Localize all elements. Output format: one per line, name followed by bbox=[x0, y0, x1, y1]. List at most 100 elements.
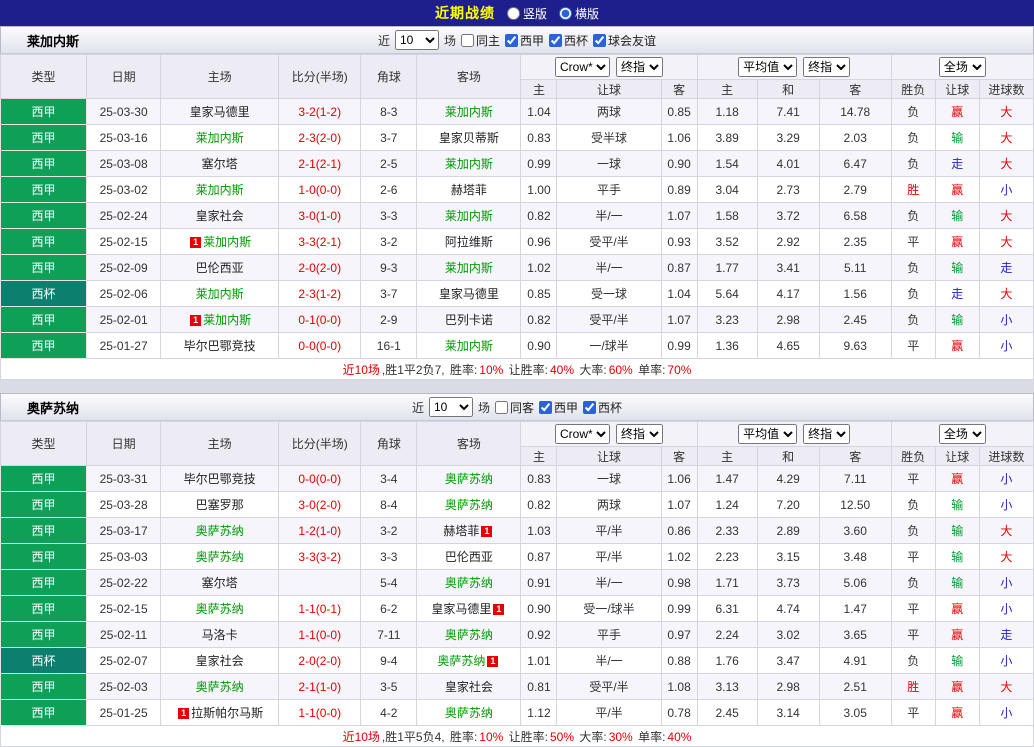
odds-away-cell: 0.99 bbox=[660, 595, 698, 622]
home-team-name: 塞尔塔 bbox=[201, 157, 238, 171]
match-count-select[interactable]: 10 bbox=[428, 397, 473, 417]
average-select[interactable]: 平均值 bbox=[738, 424, 798, 444]
scope-header-cell: 全场 bbox=[890, 421, 1034, 447]
league-cell: 西甲 bbox=[0, 491, 88, 518]
vertical-layout-radio[interactable] bbox=[506, 6, 520, 20]
avg-home-cell: 2.24 bbox=[696, 621, 758, 648]
odds-home-cell: 0.83 bbox=[520, 465, 558, 492]
filter-checkbox[interactable] bbox=[539, 400, 552, 414]
filter-checkbox[interactable] bbox=[505, 33, 518, 47]
match-row: 西甲 25-03-17 奥萨苏纳 1-2(1-0) 3-2 赫塔菲 1 1.03 平/半 0.86… bbox=[0, 517, 1034, 544]
filter-group: 近 10 场 同主 西甲 西杯 球会友谊 bbox=[378, 30, 656, 50]
average-select[interactable]: 平均值 bbox=[738, 57, 798, 77]
away-cell: 皇家社会 bbox=[416, 673, 522, 700]
avg-away-cell: 5.06 bbox=[818, 569, 892, 596]
odds-away-cell: 0.99 bbox=[660, 332, 698, 359]
scope-select[interactable]: 全场 bbox=[938, 57, 986, 77]
result-cell: 负 bbox=[890, 254, 936, 281]
horizontal-layout-radio[interactable] bbox=[559, 6, 572, 20]
column-header: 日期 bbox=[86, 421, 162, 466]
league-cell: 西甲 bbox=[0, 176, 88, 203]
score-cell: 1-1(0-0) bbox=[278, 699, 362, 726]
filter-option[interactable]: 同主 bbox=[460, 32, 500, 49]
average-final-select[interactable]: 终指 bbox=[803, 424, 851, 444]
handicap-result-cell: 赢 bbox=[934, 228, 980, 255]
team-header-bar: 奥萨苏纳 近 10 场 同客 西甲 西杯 bbox=[0, 393, 1034, 421]
column-header: 让球 bbox=[556, 79, 662, 99]
bookmaker-select[interactable]: Crow* bbox=[555, 57, 611, 77]
avg-draw-cell: 2.89 bbox=[756, 517, 820, 544]
league-cell: 西甲 bbox=[0, 621, 88, 648]
league-cell: 西甲 bbox=[0, 699, 88, 726]
filter-checkbox[interactable] bbox=[494, 400, 508, 414]
column-header: 胜负 bbox=[890, 446, 936, 466]
home-team-name: 毕尔巴鄂竞技 bbox=[183, 339, 256, 353]
away-team-name: 奥萨苏纳 bbox=[444, 498, 493, 512]
filter-option[interactable]: 西甲 bbox=[505, 32, 544, 49]
layout-option-vertical[interactable]: 竖版 bbox=[506, 5, 547, 22]
match-row: 西甲 25-03-08 塞尔塔 2-1(2-1) 2-5 莱加内斯 0.99 一球 0.90 1.… bbox=[0, 150, 1034, 177]
corners-cell: 2-6 bbox=[360, 176, 418, 203]
column-header: 角球 bbox=[360, 54, 418, 99]
column-header: 主 bbox=[520, 446, 558, 466]
avg-home-cell: 3.13 bbox=[696, 673, 758, 700]
filter-option[interactable]: 西杯 bbox=[583, 399, 622, 416]
avg-draw-cell: 4.29 bbox=[756, 465, 820, 492]
summary-segment: 70% bbox=[667, 362, 692, 377]
column-header: 日期 bbox=[86, 54, 162, 99]
goals-result-cell: 小 bbox=[978, 465, 1034, 492]
odds-line-cell: 半/一 bbox=[556, 569, 662, 596]
away-team-name: 奥萨苏纳 bbox=[444, 628, 493, 642]
match-row: 西甲 25-03-16 莱加内斯 2-3(2-0) 3-7 皇家贝蒂斯 0.83 受半球 1.0… bbox=[0, 124, 1034, 151]
away-cell: 莱加内斯 bbox=[416, 150, 522, 177]
filter-option[interactable]: 西甲 bbox=[539, 399, 578, 416]
result-cell: 负 bbox=[890, 569, 936, 596]
home-cell: 奥萨苏纳 bbox=[160, 543, 280, 570]
filter-checkbox[interactable] bbox=[593, 33, 607, 47]
average-final-select[interactable]: 终指 bbox=[803, 57, 851, 77]
odds-home-cell: 1.02 bbox=[520, 254, 558, 281]
score-cell: 0-1(0-0) bbox=[278, 306, 362, 333]
date-cell: 25-02-15 bbox=[86, 228, 162, 255]
bookmaker-select[interactable]: Crow* bbox=[555, 424, 611, 444]
corners-cell: 3-5 bbox=[360, 673, 418, 700]
league-cell: 西甲 bbox=[0, 228, 88, 255]
filter-option[interactable]: 西杯 bbox=[549, 32, 588, 49]
odds-home-cell: 0.82 bbox=[520, 491, 558, 518]
odds-away-cell: 0.97 bbox=[660, 621, 698, 648]
corners-cell: 3-2 bbox=[360, 517, 418, 544]
away-team-name: 奥萨苏纳 bbox=[444, 472, 493, 486]
odds-line-cell: 平/半 bbox=[556, 543, 662, 570]
summary-segment: 单率: bbox=[634, 729, 666, 744]
filter-option[interactable]: 同客 bbox=[494, 399, 534, 416]
date-cell: 25-03-17 bbox=[86, 517, 162, 544]
match-count-select[interactable]: 10 bbox=[394, 30, 439, 50]
home-team-name: 莱加内斯 bbox=[195, 131, 244, 145]
matches-label: 场 bbox=[443, 33, 456, 48]
team-section: 莱加内斯近 10 场同主 西甲 西杯 球会友谊 类型 日期 主场 比分(半场) 角球 客场 Crow* 终… bbox=[0, 26, 1034, 380]
result-cell: 平 bbox=[890, 332, 936, 359]
filter-option[interactable]: 球会友谊 bbox=[593, 32, 656, 49]
avg-draw-cell: 3.72 bbox=[756, 202, 820, 229]
column-header: 主 bbox=[696, 446, 758, 466]
score-cell: 2-0(2-0) bbox=[278, 647, 362, 674]
filter-checkbox[interactable] bbox=[549, 33, 563, 47]
odds-home-cell: 0.90 bbox=[520, 595, 558, 622]
match-row: 西甲 25-01-25 1 拉斯帕尔马斯 1-1(0-0) 4-2 奥萨苏纳 1.12 平/半 0… bbox=[0, 699, 1034, 726]
filter-checkbox[interactable] bbox=[583, 400, 597, 414]
result-cell: 平 bbox=[890, 595, 936, 622]
scope-select[interactable]: 全场 bbox=[938, 424, 986, 444]
avg-away-cell: 2.35 bbox=[818, 228, 892, 255]
goals-result-cell: 走 bbox=[978, 254, 1034, 281]
goals-result-cell: 大 bbox=[978, 124, 1034, 151]
home-team-name: 奥萨苏纳 bbox=[195, 550, 244, 564]
filter-checkbox[interactable] bbox=[460, 33, 474, 47]
away-cell: 阿拉维斯 bbox=[416, 228, 522, 255]
bookmaker-final-select[interactable]: 终指 bbox=[616, 424, 664, 444]
team-name: 奥萨苏纳 bbox=[27, 400, 80, 416]
home-team-name: 奥萨苏纳 bbox=[195, 524, 244, 538]
odds-away-cell: 1.07 bbox=[660, 306, 698, 333]
bookmaker-final-select[interactable]: 终指 bbox=[616, 57, 664, 77]
layout-option-horizontal[interactable]: 横版 bbox=[559, 5, 599, 22]
odds-line-cell: 受一/球半 bbox=[556, 595, 662, 622]
